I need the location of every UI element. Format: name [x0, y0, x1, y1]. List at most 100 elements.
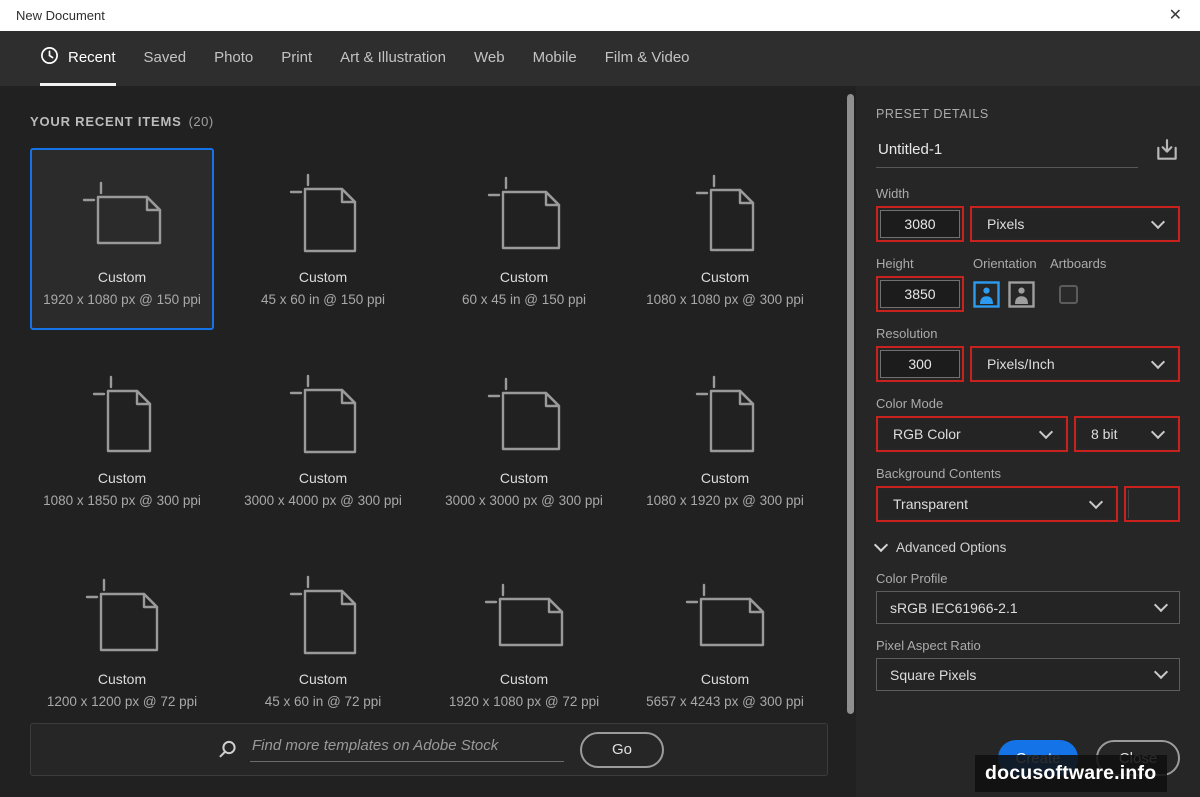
background-contents-row: Transparent — [876, 486, 1180, 522]
chevron-down-icon — [1153, 597, 1169, 613]
color-mode-row: RGB Color 8 bit — [876, 416, 1180, 452]
document-name-input[interactable] — [876, 141, 1138, 168]
height-orientation-artboards-row — [876, 276, 1180, 312]
recent-items-panel: YOUR RECENT ITEMS (20) Custom 1920 x 1080… — [0, 86, 856, 797]
preset-card[interactable]: Custom 45 x 60 in @ 150 ppi — [231, 148, 415, 330]
orientation-landscape-icon[interactable] — [1008, 280, 1035, 308]
height-highlight-box — [876, 276, 964, 312]
pixel-aspect-ratio-dropdown[interactable]: Square Pixels — [876, 658, 1180, 691]
preset-card[interactable]: Custom 45 x 60 in @ 72 ppi — [231, 550, 415, 732]
window-title: New Document — [16, 8, 105, 23]
preset-card[interactable]: Custom 1080 x 1080 px @ 300 ppi — [633, 148, 817, 330]
document-icon — [486, 156, 563, 270]
document-icon — [91, 357, 154, 471]
document-icon — [483, 558, 566, 672]
document-icon — [288, 558, 359, 672]
chevron-down-icon — [1088, 494, 1104, 509]
color-mode-dropdown[interactable]: RGB Color — [880, 420, 1064, 448]
preset-card[interactable]: Custom 1080 x 1850 px @ 300 ppi — [30, 349, 214, 531]
tab-mobile[interactable]: Mobile — [533, 31, 577, 86]
save-preset-icon[interactable] — [1154, 137, 1180, 168]
tab-recent[interactable]: Recent — [40, 31, 116, 86]
bit-depth-dropdown[interactable]: 8 bit — [1078, 420, 1176, 448]
chevron-down-icon — [1150, 424, 1166, 439]
resolution-input[interactable] — [880, 350, 960, 378]
chevron-down-icon — [1153, 664, 1169, 680]
preset-card[interactable]: Custom 60 x 45 in @ 150 ppi — [432, 148, 616, 330]
width-highlight-box — [876, 206, 964, 242]
preset-card[interactable]: Custom 1920 x 1080 px @ 150 ppi — [30, 148, 214, 330]
chevron-down-icon — [1038, 424, 1054, 439]
chevron-down-icon — [1150, 354, 1166, 369]
search-icon — [217, 739, 238, 760]
height-orientation-artboards-labels: Height Orientation Artboards — [876, 256, 1180, 271]
preset-card[interactable]: Custom 1200 x 1200 px @ 72 ppi — [30, 550, 214, 732]
document-icon — [81, 156, 164, 270]
title-bar: New Document ✕ — [0, 0, 1200, 31]
background-color-swatch[interactable] — [1128, 490, 1176, 518]
width-label: Width — [876, 186, 910, 201]
width-input[interactable] — [880, 210, 960, 238]
color-profile-row: sRGB IEC61966-2.1 — [876, 591, 1180, 624]
tab-film-video[interactable]: Film & Video — [605, 31, 690, 86]
orientation-label: Orientation — [973, 256, 1037, 271]
go-button[interactable]: Go — [580, 731, 664, 768]
background-contents-dropdown[interactable]: Transparent — [880, 490, 1114, 518]
recent-items-heading: YOUR RECENT ITEMS (20) — [30, 114, 214, 129]
close-icon[interactable]: ✕ — [1169, 7, 1182, 24]
preset-grid: Custom 1920 x 1080 px @ 150 ppi Custom 4… — [30, 148, 817, 732]
preset-card[interactable]: Custom 3000 x 3000 px @ 300 ppi — [432, 349, 616, 531]
tab-web[interactable]: Web — [474, 31, 505, 86]
chevron-down-icon — [873, 537, 889, 553]
vertical-scrollbar[interactable] — [847, 94, 854, 714]
color-profile-label: Color Profile — [876, 571, 948, 586]
resolution-unit-highlight-box: Pixels/Inch — [970, 346, 1180, 382]
advanced-options-toggle[interactable]: Advanced Options — [873, 537, 1180, 555]
tab-saved[interactable]: Saved — [144, 31, 187, 86]
resolution-highlight-box — [876, 346, 964, 382]
resolution-label: Resolution — [876, 326, 938, 341]
orientation-portrait-icon[interactable] — [973, 280, 1000, 308]
document-icon — [84, 558, 161, 672]
pixel-aspect-ratio-row: Square Pixels — [876, 658, 1180, 691]
new-document-dialog: New Document ✕ Recent Saved Photo Print … — [0, 0, 1200, 797]
watermark: docusoftware.info — [975, 755, 1167, 792]
tab-art-illustration[interactable]: Art & Illustration — [340, 31, 446, 86]
background-color-highlight-box — [1124, 486, 1180, 522]
document-icon — [288, 156, 359, 270]
height-label: Height — [876, 256, 914, 271]
document-icon — [694, 156, 757, 270]
preset-details-panel: PRESET DETAILS Width Pixels Heigh — [856, 86, 1200, 797]
document-name-row — [876, 137, 1180, 168]
width-row: Pixels — [876, 206, 1180, 242]
height-input[interactable] — [880, 280, 960, 308]
color-mode-highlight-box: RGB Color — [876, 416, 1068, 452]
background-contents-label: Background Contents — [876, 466, 1002, 481]
width-unit-dropdown[interactable]: Pixels — [974, 210, 1176, 238]
bit-depth-highlight-box: 8 bit — [1074, 416, 1180, 452]
tab-photo[interactable]: Photo — [214, 31, 253, 86]
preset-card[interactable]: Custom 5657 x 4243 px @ 300 ppi — [633, 550, 817, 732]
tab-print[interactable]: Print — [281, 31, 312, 86]
document-icon — [694, 357, 757, 471]
preset-card[interactable]: Custom 1920 x 1080 px @ 72 ppi — [432, 550, 616, 732]
document-icon — [288, 357, 359, 471]
background-highlight-box: Transparent — [876, 486, 1118, 522]
width-unit-highlight-box: Pixels — [970, 206, 1180, 242]
chevron-down-icon — [1150, 214, 1166, 229]
pixel-aspect-ratio-label: Pixel Aspect Ratio — [876, 638, 981, 653]
preset-card[interactable]: Custom 3000 x 4000 px @ 300 ppi — [231, 349, 415, 531]
adobe-stock-search-bar: Go — [30, 723, 828, 776]
artboards-label: Artboards — [1050, 256, 1107, 271]
clock-icon — [40, 46, 59, 69]
recent-items-count: (20) — [188, 114, 214, 129]
resolution-row: Pixels/Inch — [876, 346, 1180, 382]
preset-details-heading: PRESET DETAILS — [876, 107, 989, 121]
category-tab-bar: Recent Saved Photo Print Art & Illustrat… — [0, 31, 1200, 86]
dialog-content: YOUR RECENT ITEMS (20) Custom 1920 x 1080… — [0, 86, 1200, 797]
search-input[interactable] — [250, 737, 564, 762]
preset-card[interactable]: Custom 1080 x 1920 px @ 300 ppi — [633, 349, 817, 531]
resolution-unit-dropdown[interactable]: Pixels/Inch — [974, 350, 1176, 378]
artboards-checkbox[interactable] — [1059, 284, 1078, 304]
color-profile-dropdown[interactable]: sRGB IEC61966-2.1 — [876, 591, 1180, 624]
